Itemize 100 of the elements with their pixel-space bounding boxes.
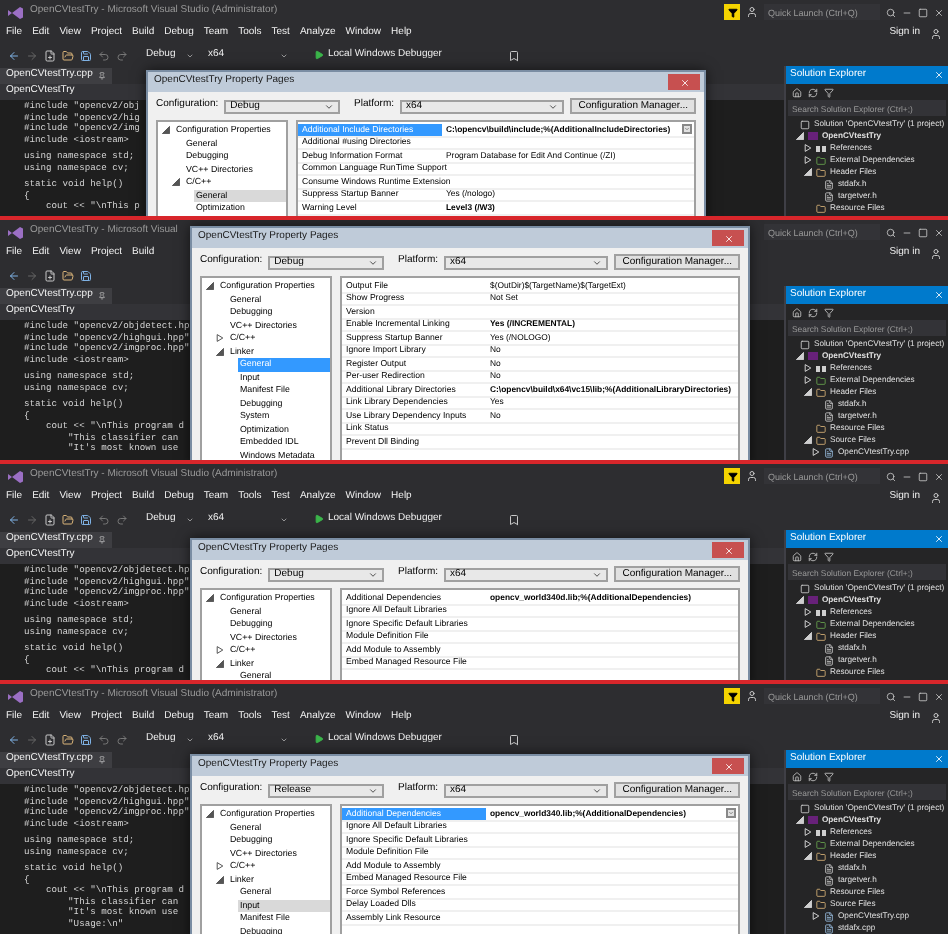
close-button[interactable] <box>712 758 744 774</box>
minimize-icon[interactable] <box>902 691 912 701</box>
feedback-icon[interactable] <box>724 4 740 20</box>
redo-icon[interactable] <box>116 513 128 525</box>
user-icon[interactable] <box>746 690 758 702</box>
expanded-triangle-icon[interactable] <box>216 659 224 668</box>
pin-icon[interactable] <box>98 292 107 300</box>
pin-icon[interactable] <box>98 756 107 764</box>
save-icon[interactable] <box>80 49 92 61</box>
search-icon[interactable] <box>886 471 896 481</box>
project-icon <box>808 352 818 360</box>
account-icon[interactable] <box>930 28 942 40</box>
open-folder-icon[interactable] <box>62 49 74 61</box>
save-icon[interactable] <box>80 269 92 281</box>
maximize-icon[interactable] <box>918 227 928 237</box>
close-button[interactable] <box>712 230 744 246</box>
filter-icon[interactable] <box>824 87 834 97</box>
minimize-icon[interactable] <box>902 227 912 237</box>
project-icon <box>808 132 818 140</box>
home-icon[interactable] <box>792 551 802 561</box>
filter-icon[interactable] <box>824 771 834 781</box>
maximize-icon[interactable] <box>918 471 928 481</box>
caret-icon <box>324 101 335 111</box>
solution-icon <box>800 119 810 129</box>
project-icon <box>808 816 818 824</box>
new-file-icon[interactable] <box>44 733 56 745</box>
references-icon <box>816 145 826 151</box>
refresh-icon[interactable] <box>808 307 818 317</box>
bookmark-icon[interactable] <box>507 733 520 745</box>
dropdown-button[interactable] <box>682 124 692 135</box>
maximize-icon[interactable] <box>918 7 928 17</box>
close-button[interactable] <box>712 542 744 558</box>
logo-icon <box>6 689 24 703</box>
caret-icon <box>592 785 603 795</box>
caret-icon <box>368 257 379 267</box>
user-icon[interactable] <box>746 470 758 482</box>
undo-icon[interactable] <box>98 733 110 745</box>
save-icon[interactable] <box>80 733 92 745</box>
bookmark-icon[interactable] <box>507 49 520 61</box>
search-icon[interactable] <box>886 691 896 701</box>
refresh-icon[interactable] <box>808 87 818 97</box>
caret-icon <box>592 569 603 579</box>
pin-icon[interactable] <box>98 536 107 544</box>
new-file-icon[interactable] <box>44 49 56 61</box>
account-icon[interactable] <box>930 492 942 504</box>
back-icon[interactable] <box>8 49 20 61</box>
back-icon[interactable] <box>8 733 20 745</box>
back-icon[interactable] <box>8 513 20 525</box>
folder-icon <box>816 667 826 677</box>
expanded-triangle-icon[interactable] <box>216 347 224 356</box>
minimize-icon[interactable] <box>902 7 912 17</box>
expanded-triangle-icon[interactable] <box>216 875 224 884</box>
bookmark-icon[interactable] <box>507 513 520 525</box>
home-icon[interactable] <box>792 771 802 781</box>
expanded-triangle-icon[interactable] <box>206 594 214 603</box>
caret-icon <box>368 569 379 579</box>
open-folder-icon[interactable] <box>62 513 74 525</box>
expanded-triangle-icon[interactable] <box>206 282 214 291</box>
project-icon <box>808 596 818 604</box>
account-icon[interactable] <box>930 248 942 260</box>
filter-icon[interactable] <box>824 307 834 317</box>
close-button[interactable] <box>668 74 700 90</box>
save-icon[interactable] <box>80 513 92 525</box>
caret-icon <box>368 785 379 795</box>
collapsed-triangle-icon[interactable] <box>216 862 224 871</box>
expanded-triangle-icon[interactable] <box>206 810 214 819</box>
open-folder-icon[interactable] <box>62 269 74 281</box>
open-folder-icon[interactable] <box>62 733 74 745</box>
undo-icon[interactable] <box>98 513 110 525</box>
refresh-icon[interactable] <box>808 551 818 561</box>
caret-icon <box>592 257 603 267</box>
user-icon[interactable] <box>746 6 758 18</box>
references-icon <box>816 829 826 835</box>
redo-icon[interactable] <box>116 733 128 745</box>
pin-icon[interactable] <box>98 72 107 80</box>
maximize-icon[interactable] <box>918 691 928 701</box>
feedback-icon[interactable] <box>724 688 740 704</box>
back-icon[interactable] <box>8 269 20 281</box>
new-file-icon[interactable] <box>44 269 56 281</box>
feedback-icon[interactable] <box>724 468 740 484</box>
references-icon <box>816 609 826 615</box>
refresh-icon[interactable] <box>808 771 818 781</box>
account-icon[interactable] <box>930 712 942 724</box>
search-icon[interactable] <box>886 7 896 17</box>
new-file-icon[interactable] <box>44 513 56 525</box>
home-icon[interactable] <box>792 87 802 97</box>
minimize-icon[interactable] <box>902 471 912 481</box>
code-file-icon <box>824 447 834 457</box>
play-icon <box>314 50 324 60</box>
expanded-triangle-icon[interactable] <box>172 178 180 187</box>
collapsed-triangle-icon[interactable] <box>216 334 224 343</box>
filter-icon[interactable] <box>824 551 834 561</box>
expanded-triangle-icon[interactable] <box>162 126 170 135</box>
dropdown-button[interactable] <box>726 808 736 819</box>
collapsed-triangle-icon[interactable] <box>216 646 224 655</box>
redo-icon[interactable] <box>116 49 128 61</box>
undo-icon[interactable] <box>98 49 110 61</box>
home-icon[interactable] <box>792 307 802 317</box>
search-icon[interactable] <box>886 227 896 237</box>
caret-icon <box>548 101 559 111</box>
